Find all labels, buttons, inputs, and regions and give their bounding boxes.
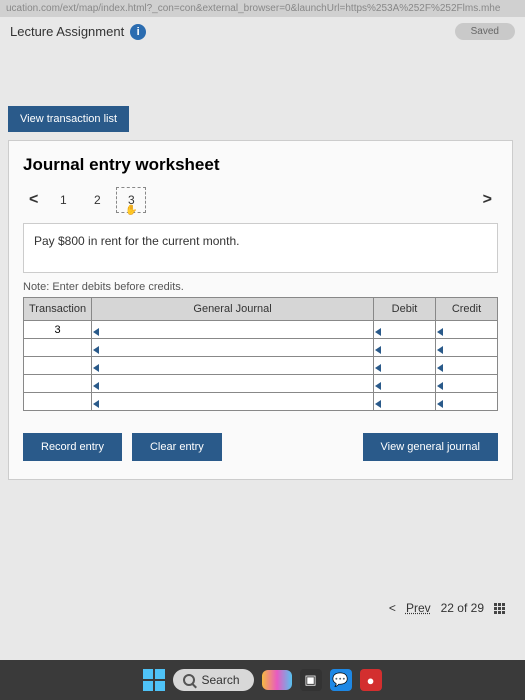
col-header-debit: Debit: [374, 298, 436, 321]
table-row: [24, 339, 498, 357]
cell-credit[interactable]: [436, 339, 498, 357]
journal-table: Transaction General Journal Debit Credit…: [23, 297, 498, 411]
dropdown-icon: [437, 364, 443, 372]
app-area: Lecture Assignment i Saved View transact…: [0, 17, 525, 665]
cell-gj[interactable]: [92, 339, 374, 357]
taskbar-app-icon[interactable]: [262, 670, 292, 690]
page-title: Lecture Assignment: [10, 24, 124, 39]
taskbar-app-icon[interactable]: ▣: [300, 669, 322, 691]
footer-position: 22 of 29: [441, 601, 484, 615]
dropdown-icon: [93, 382, 99, 390]
windows-start-icon[interactable]: [143, 669, 165, 691]
table-row: [24, 375, 498, 393]
dropdown-icon: [437, 346, 443, 354]
footer-prev-chevron-icon[interactable]: <: [389, 601, 396, 615]
cell-debit[interactable]: [374, 393, 436, 411]
dropdown-icon: [375, 346, 381, 354]
dropdown-icon: [93, 328, 99, 336]
worksheet-title: Journal entry worksheet: [23, 155, 498, 175]
info-icon[interactable]: i: [130, 24, 146, 40]
cell-debit[interactable]: [374, 321, 436, 339]
cell-debit[interactable]: [374, 375, 436, 393]
grid-menu-icon[interactable]: [494, 603, 505, 614]
taskbar: Search ▣ 💬 ●: [0, 660, 525, 700]
view-transaction-list-button[interactable]: View transaction list: [8, 106, 129, 132]
dropdown-icon: [93, 346, 99, 354]
cell-credit[interactable]: [436, 393, 498, 411]
cell-debit[interactable]: [374, 339, 436, 357]
pager-next-icon[interactable]: >: [477, 191, 498, 209]
dropdown-icon: [437, 382, 443, 390]
record-entry-button[interactable]: Record entry: [23, 433, 122, 461]
pager-page-2[interactable]: 2: [82, 187, 112, 213]
saved-badge: Saved: [455, 23, 515, 40]
cell-transaction[interactable]: [24, 393, 92, 411]
taskbar-app-icon[interactable]: ●: [360, 669, 382, 691]
cell-gj[interactable]: [92, 357, 374, 375]
search-label: Search: [201, 673, 239, 687]
dropdown-icon: [375, 328, 381, 336]
cell-transaction[interactable]: [24, 375, 92, 393]
cell-transaction[interactable]: 3: [24, 321, 92, 339]
action-button-row: Record entry Clear entry View general jo…: [23, 433, 498, 461]
footer-pager: < Prev 22 of 29: [389, 601, 505, 615]
taskbar-search[interactable]: Search: [173, 669, 253, 691]
dropdown-icon: [375, 382, 381, 390]
cell-transaction[interactable]: [24, 339, 92, 357]
taskbar-app-icon[interactable]: 💬: [330, 669, 352, 691]
dropdown-icon: [375, 364, 381, 372]
cell-gj[interactable]: [92, 393, 374, 411]
cell-gj[interactable]: [92, 321, 374, 339]
pager-prev-icon[interactable]: <: [23, 191, 44, 209]
cell-credit[interactable]: [436, 357, 498, 375]
pager-page-3[interactable]: 3 ✋: [116, 187, 146, 213]
col-header-general-journal: General Journal: [92, 298, 374, 321]
search-icon: [183, 674, 195, 686]
view-general-journal-button[interactable]: View general journal: [363, 433, 498, 461]
cell-transaction[interactable]: [24, 357, 92, 375]
worksheet-card: Journal entry worksheet < 1 2 3 ✋ > Pay …: [8, 140, 513, 480]
url-bar: ucation.com/ext/map/index.html?_con=con&…: [0, 0, 525, 17]
cell-credit[interactable]: [436, 321, 498, 339]
cell-credit[interactable]: [436, 375, 498, 393]
col-header-credit: Credit: [436, 298, 498, 321]
footer-prev-button[interactable]: Prev: [406, 601, 431, 615]
table-row: [24, 393, 498, 411]
header-bar: Lecture Assignment i Saved: [0, 17, 525, 46]
instruction-box: Pay $800 in rent for the current month.: [23, 223, 498, 273]
cursor-icon: ✋: [125, 205, 137, 216]
dropdown-icon: [93, 364, 99, 372]
note-text: Note: Enter debits before credits.: [23, 281, 498, 293]
dropdown-icon: [437, 328, 443, 336]
dropdown-icon: [437, 400, 443, 408]
table-row: 3: [24, 321, 498, 339]
dropdown-icon: [93, 400, 99, 408]
transaction-pager: < 1 2 3 ✋ >: [23, 187, 498, 213]
cell-debit[interactable]: [374, 357, 436, 375]
cell-gj[interactable]: [92, 375, 374, 393]
col-header-transaction: Transaction: [24, 298, 92, 321]
pager-page-1[interactable]: 1: [48, 187, 78, 213]
clear-entry-button[interactable]: Clear entry: [132, 433, 222, 461]
dropdown-icon: [375, 400, 381, 408]
table-row: [24, 357, 498, 375]
